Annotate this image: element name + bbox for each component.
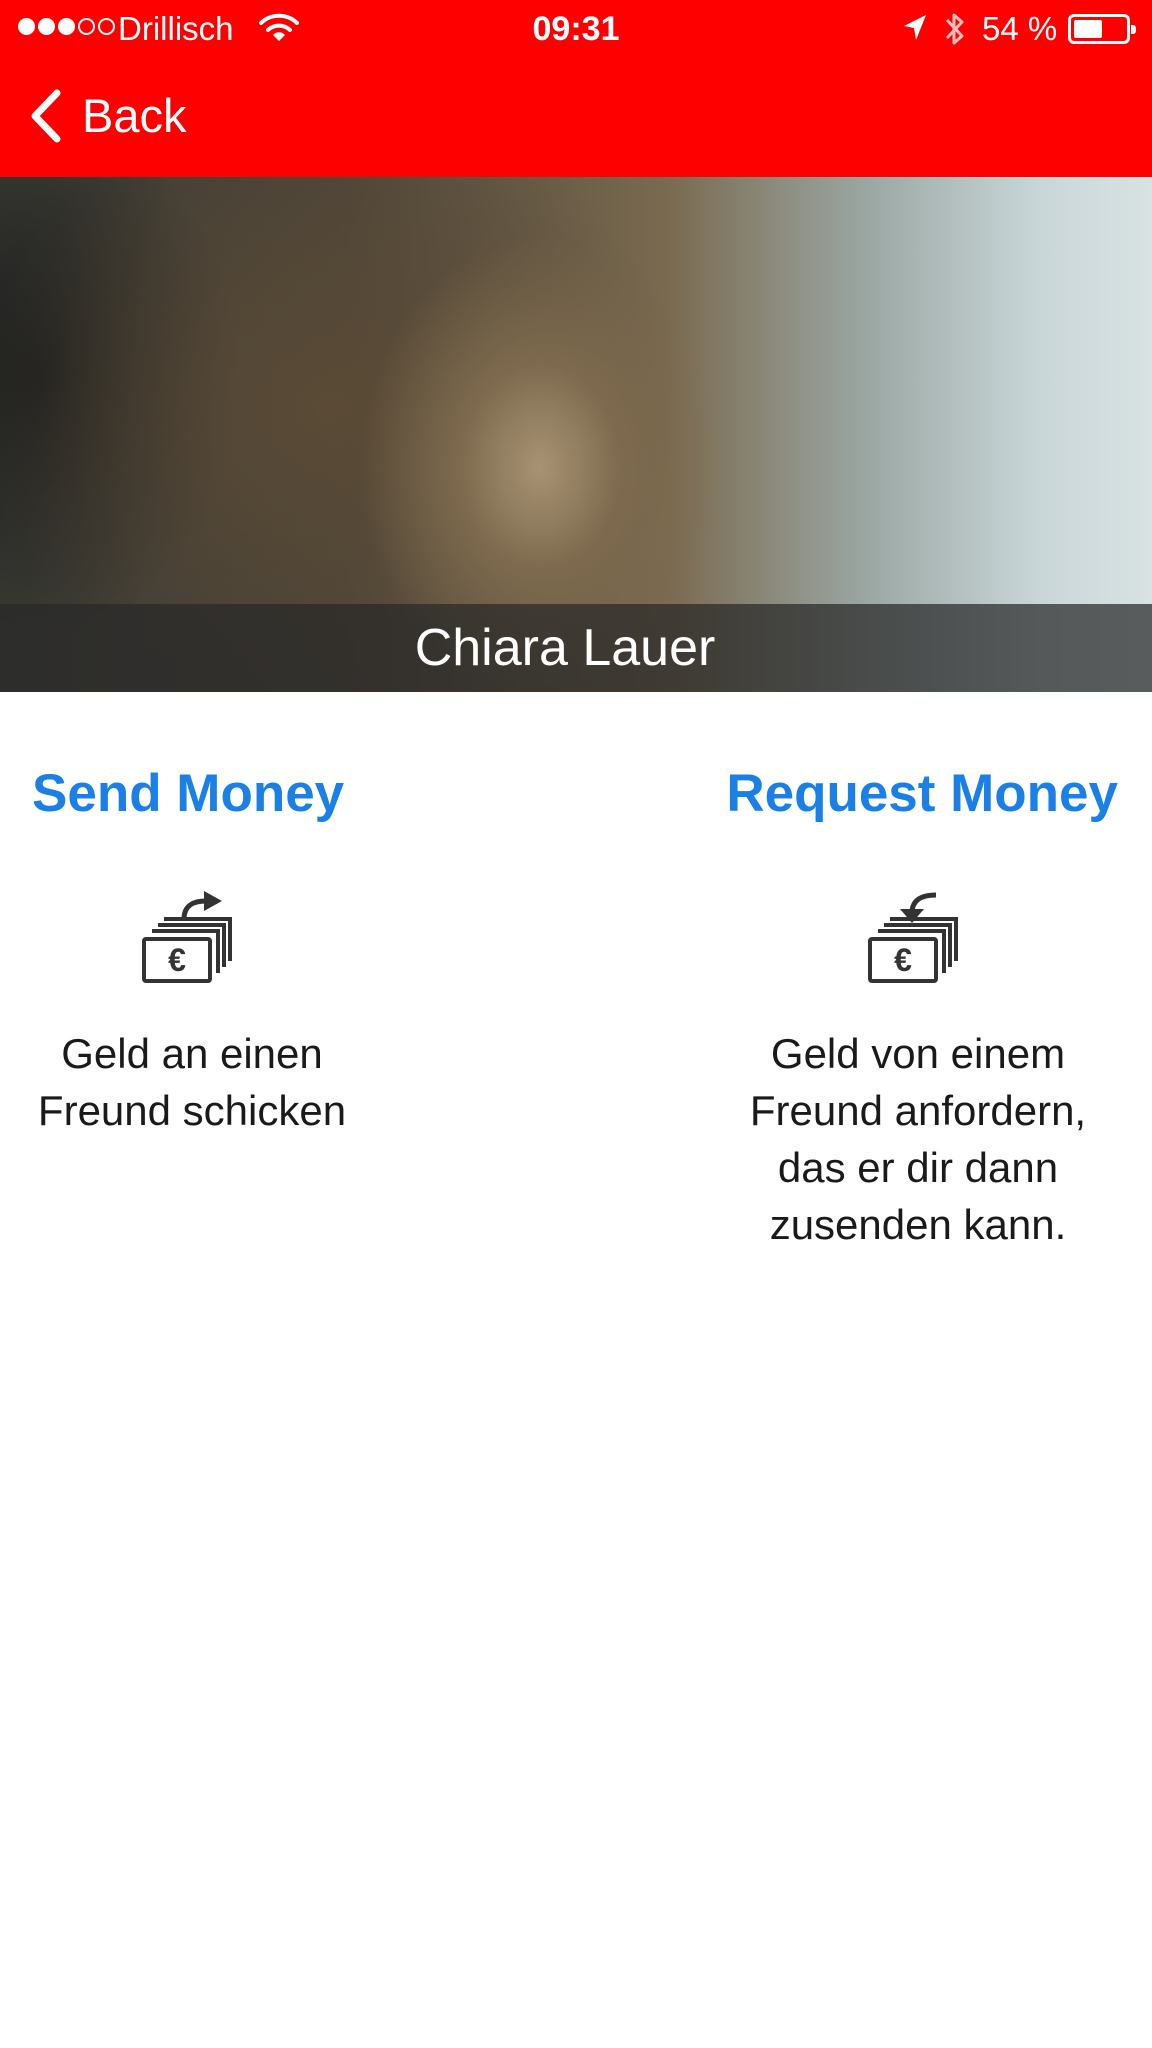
back-button[interactable]: Back — [28, 86, 187, 146]
money-send-icon[interactable]: € — [140, 891, 244, 991]
back-button-label: Back — [82, 89, 187, 142]
send-money-button[interactable]: Send Money — [32, 762, 344, 826]
contact-name: Chiara Lauer — [414, 619, 716, 677]
svg-text:€: € — [894, 942, 912, 978]
top-bar: Drillisch 09:31 54 % Back — [0, 0, 1152, 177]
send-money-description: Geld an einen Freund schicken — [37, 1030, 347, 1134]
battery-icon — [1068, 14, 1136, 44]
status-bar: Drillisch 09:31 54 % — [0, 0, 1152, 58]
battery-percentage: 54 % — [982, 10, 1058, 47]
chevron-left-icon — [31, 89, 61, 143]
location-arrow-icon — [904, 15, 926, 40]
status-time: 09:31 — [532, 10, 620, 48]
profile-photo: Chiara Lauer — [0, 177, 1152, 692]
request-money-description: Geld von einem Freund anfordern, das er … — [749, 1030, 1087, 1248]
request-money-button[interactable]: Request Money — [726, 762, 1118, 826]
svg-text:€: € — [168, 942, 186, 978]
money-request-icon[interactable]: € — [866, 891, 970, 991]
bluetooth-icon — [945, 13, 964, 45]
